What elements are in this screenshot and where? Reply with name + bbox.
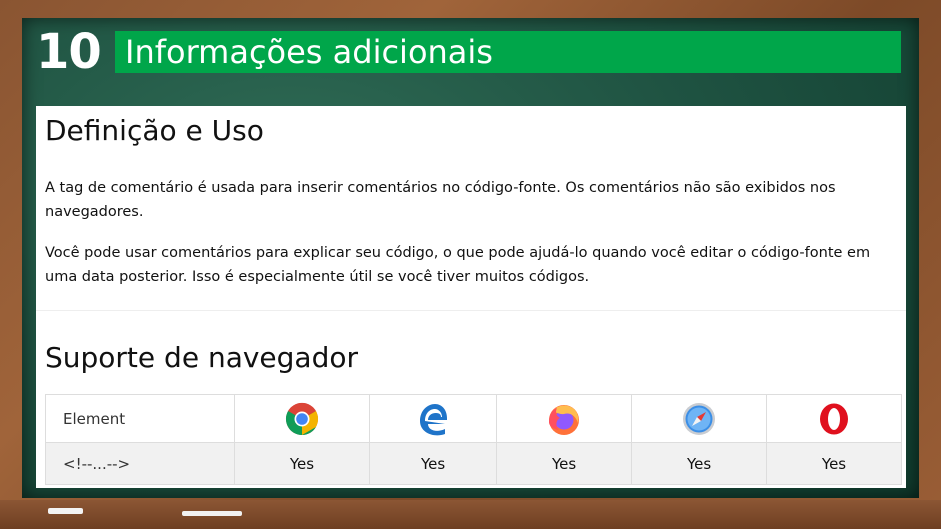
support-heading: Suporte de navegador bbox=[45, 341, 358, 374]
support-edge: Yes bbox=[368, 442, 498, 485]
definition-paragraph-1: A tag de comentário é usada para inserir… bbox=[45, 180, 836, 220]
chalk-piece bbox=[182, 511, 242, 516]
support-safari: Yes bbox=[631, 442, 768, 485]
header-chrome bbox=[234, 394, 370, 443]
support-opera: Yes bbox=[766, 442, 902, 485]
chrome-icon bbox=[285, 402, 319, 435]
title-banner: Informações adicionais bbox=[115, 31, 901, 73]
header-firefox bbox=[496, 394, 633, 443]
slide-number: 10 bbox=[36, 24, 102, 80]
opera-icon bbox=[820, 403, 849, 434]
header-safari bbox=[631, 394, 768, 443]
chalk-ledge bbox=[0, 500, 941, 529]
chalk-piece bbox=[48, 508, 83, 514]
content-panel: Definição e Uso A tag de comentário é us… bbox=[36, 106, 906, 488]
safari-icon bbox=[683, 402, 716, 435]
element-name: <!--...--> bbox=[45, 442, 235, 485]
header-element: Element bbox=[45, 394, 235, 443]
header-opera bbox=[766, 394, 902, 443]
firefox-icon bbox=[549, 404, 580, 435]
table-row: <!--...--> Yes Yes Yes Yes Yes bbox=[45, 442, 902, 485]
slide-title: Informações adicionais bbox=[125, 33, 493, 71]
support-chrome: Yes bbox=[234, 442, 370, 485]
edge-icon bbox=[420, 403, 448, 435]
definition-heading: Definição e Uso bbox=[45, 114, 264, 147]
support-firefox: Yes bbox=[496, 442, 633, 485]
definition-paragraph-2: Você pode usar comentários para explicar… bbox=[45, 245, 871, 285]
browser-support-table: Element <!--...--> Yes Yes Yes Yes Yes bbox=[45, 394, 902, 485]
table-header-row: Element bbox=[45, 394, 902, 443]
section-divider bbox=[36, 310, 906, 311]
header-edge bbox=[368, 394, 498, 443]
